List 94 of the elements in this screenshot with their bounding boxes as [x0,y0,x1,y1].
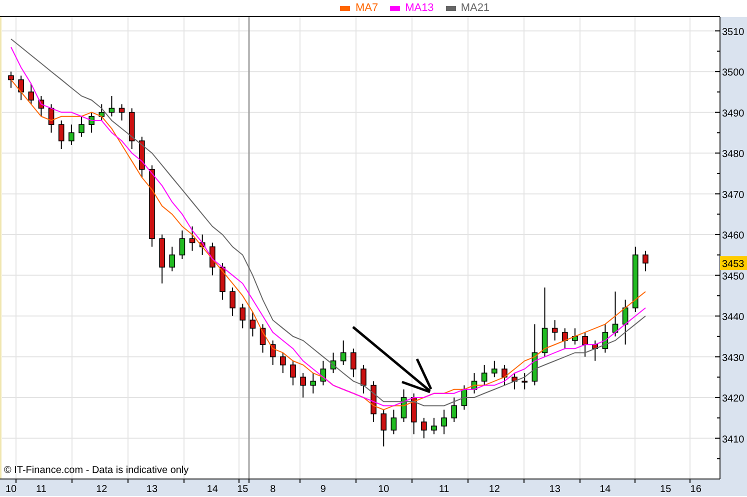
x-axis-label: 13 [146,484,158,495]
candlestick [78,116,84,138]
candlestick [431,417,437,435]
candlestick [542,287,548,358]
candlestick [512,372,518,390]
candlestick [552,320,558,341]
candlestick [471,372,478,394]
y-axis-label: 3500 [722,68,744,79]
x-axis-label: 16 [690,484,702,495]
candlestick [492,360,498,378]
candlestick [532,324,538,386]
candlestick [68,124,74,146]
candlestick [522,372,528,390]
y-axis-label: 3420 [722,394,744,405]
candlestick [502,364,508,386]
candlestick [632,246,638,312]
candlestick [461,384,468,410]
candlestick [360,364,366,394]
candlestick [481,364,488,386]
candlestick [18,75,24,101]
candlestick [159,234,165,284]
candlestick [230,287,236,317]
x-axis-label: 13 [549,484,560,495]
x-axis-label: 15 [660,484,672,495]
candlestick [240,303,246,329]
candlestick [58,120,64,150]
credit-text: © IT-Finance.com - Data is indicative only [4,465,189,476]
x-axis-label: 10 [5,484,17,495]
candlestick [370,380,376,422]
candlestick [400,388,407,422]
candlestick [260,324,266,354]
candlestick [612,291,618,337]
x-axis-label: 9 [320,484,326,495]
legend-label: MA21 [460,2,490,14]
candlestick [451,397,458,422]
candlestick [320,360,326,386]
candlestick [592,340,598,362]
legend-label: MA7 [355,2,378,14]
candlestick [380,409,387,447]
y-axis-label: 3510 [722,26,744,38]
candlestick [421,417,427,439]
candlestick [602,324,608,354]
x-axis-label: 14 [600,484,611,495]
candlestick [350,348,356,378]
candlestick [189,226,196,252]
y-axis-label: 3440 [722,312,744,324]
candlestick [270,340,276,366]
x-axis-label: 14 [206,484,218,495]
candlestick [572,328,578,346]
candlestick [280,352,286,374]
y-axis-label: 3460 [722,230,744,242]
candlestick [340,340,346,366]
x-axis-label: 10 [378,484,390,495]
candlestick [169,246,176,272]
candlestick [128,108,135,150]
candlestick [582,332,588,358]
candlestick [210,242,216,276]
x-axis-label: 11 [36,484,46,495]
x-axis-label: 15 [237,484,248,495]
candlestick [441,409,447,435]
candlestick [562,328,568,350]
y-axis-label: 3410 [722,434,744,446]
candlestick [622,299,628,346]
candlestick [199,234,206,256]
candlestick [330,352,336,374]
candlestick [108,96,115,117]
candlestick [390,409,397,435]
candlestick [8,71,14,88]
candlestick [410,392,417,435]
y-axis-label: 3470 [722,190,744,201]
candlestick [310,372,316,394]
candlestick [118,104,125,121]
y-axis-label: 3490 [722,108,744,120]
x-axis-label: 12 [488,484,500,495]
candlestick [28,83,34,105]
candlestick [179,230,186,260]
x-axis-label: 8 [270,484,276,495]
candlestick [300,372,306,398]
x-axis-label: 12 [96,484,108,495]
candlestick [88,112,94,134]
y-axis-label: 3450 [722,271,744,282]
candlestick [98,104,105,121]
last-price-tag: 3453 [720,256,747,270]
candlestick [250,311,256,337]
candlestick [220,262,226,300]
candlestick [642,250,648,272]
candlestick [48,104,54,134]
y-axis-label: 3480 [722,149,744,160]
candlestick [38,96,44,117]
x-axis-label: 11 [438,484,450,495]
candlestick [290,360,296,386]
y-axis-label: 3430 [722,352,744,364]
candlestick [139,136,145,178]
legend-label: MA13 [405,2,434,14]
